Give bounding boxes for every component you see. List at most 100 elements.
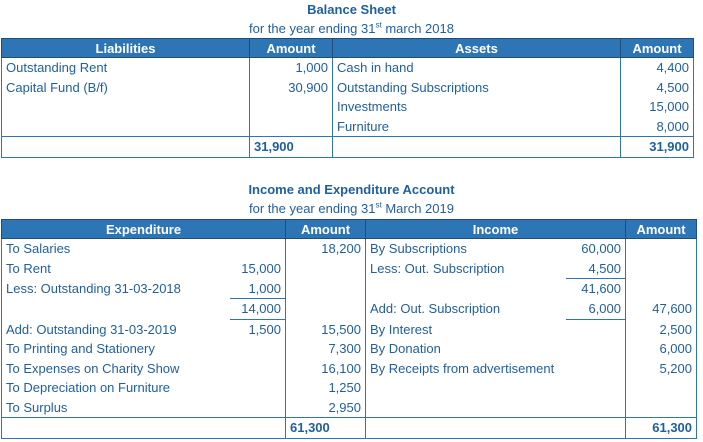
income-amount [625, 238, 698, 259]
expenditure-label: To Surplus [1, 397, 230, 418]
expenditure-amount: 2,950 [285, 397, 366, 418]
income-sub: 60,000 [581, 241, 622, 257]
balance-sheet-subtitle: for the year ending 31st march 2018 [249, 20, 454, 36]
income-label [365, 278, 566, 299]
income-label: By Subscriptions [365, 238, 566, 259]
asset-amount: 4,400 [620, 57, 694, 78]
income-sub [566, 398, 626, 418]
income-amount [625, 378, 698, 398]
table-row: To Rent 15,000 Less: Out. Subscription 4… [1, 258, 698, 279]
ie-account-subtitle: for the year ending 31st March 2019 [249, 200, 454, 216]
expenditure-label: To Printing and Stationery [1, 339, 230, 359]
liabilities-total: 31,900 [249, 136, 333, 158]
ie-account-table: Expenditure Amount Income Amount To Sala… [1, 219, 698, 439]
table-row: 14,000 Add: Out. Subscription 6,000 47,6… [1, 298, 698, 320]
table-row: To Surplus 2,950 [1, 397, 698, 418]
liability-label: Capital Fund (B/f) [1, 77, 250, 97]
assets-total: 31,900 [620, 136, 694, 158]
asset-amount: 8,000 [620, 116, 694, 137]
income-label [365, 397, 566, 418]
income-label [365, 378, 566, 398]
expenditure-amount [285, 258, 366, 279]
expenditure-label: Add: Outstanding 31-03-2019 [1, 319, 230, 339]
income-total: 61,300 [625, 417, 698, 439]
assets-header: Assets [332, 38, 621, 58]
income-label: By Interest [365, 319, 566, 339]
expenditure-amount: 7,300 [285, 339, 366, 359]
expenditure-amount: 15,500 [285, 319, 366, 339]
liability-amount: 1,000 [249, 57, 333, 78]
asset-label: Outstanding Subscriptions [332, 77, 621, 97]
ie-total-row: 61,300 61,300 [1, 417, 698, 439]
balance-sheet-total-row: 31,900 31,900 [1, 136, 694, 158]
expenditure-label: To Depreciation on Furniture [1, 378, 230, 398]
income-amount-header: Amount [625, 219, 698, 239]
table-row: To Printing and Stationery 7,300 By Dona… [1, 339, 698, 359]
expenditure-label: Less: Outstanding 31-03-2018 [1, 278, 230, 299]
expenditure-sub [230, 398, 286, 418]
income-amount [625, 278, 698, 299]
table-row: To Depreciation on Furniture 1,250 [1, 378, 698, 398]
table-row: Investments 15,000 [1, 97, 694, 117]
expenditure-label: To Expenses on Charity Show [1, 358, 230, 378]
expenditure-label: To Rent [1, 258, 230, 279]
income-header: Income [364, 219, 627, 239]
expenditure-total: 61,300 [285, 417, 366, 439]
income-amount: 5,200 [625, 358, 698, 378]
table-row: Furniture 8,000 [1, 116, 694, 137]
expenditure-label [1, 298, 230, 319]
income-sub: 41,600 [581, 281, 622, 297]
expenditure-sub: 1,500 [229, 318, 286, 339]
expenditure-sub: 14,000 [241, 301, 281, 317]
income-sub [566, 359, 626, 379]
balance-sheet-title: Balance Sheet [307, 2, 396, 17]
table-row: Add: Outstanding 31-03-2019 1,500 15,500… [1, 318, 698, 339]
income-amount: 2,500 [625, 319, 698, 339]
table-row: To Salaries 18,200 By Subscriptions 60,0… [1, 238, 698, 259]
expenditure-sub [230, 339, 286, 359]
income-sub [566, 339, 626, 359]
balance-sheet-table: Liabilities Amount Assets Amount Outstan… [1, 38, 694, 158]
expenditure-sub: 1,000 [229, 278, 286, 299]
expenditure-sub: 15,000 [241, 261, 281, 276]
expenditure-amount: 18,200 [285, 238, 366, 259]
income-label: By Donation [365, 339, 566, 359]
table-row: Outstanding Rent 1,000 Cash in hand 4,40… [1, 57, 694, 78]
income-sub [566, 319, 626, 339]
ie-header-row: Expenditure Amount Income Amount [1, 219, 698, 239]
expenditure-amount: 1,250 [285, 378, 366, 398]
income-sub: 4,500 [565, 258, 626, 279]
expenditure-amount: 16,100 [285, 358, 366, 378]
expenditure-amount-header: Amount [285, 219, 366, 239]
expenditure-sub [230, 378, 286, 398]
income-label: Add: Out. Subscription [365, 298, 566, 319]
asset-label: Cash in hand [332, 57, 621, 78]
income-amount: 6,000 [625, 339, 698, 359]
income-label: By Receipts from advertisement [365, 358, 566, 378]
income-amount [625, 397, 698, 418]
table-row: To Expenses on Charity Show 16,100 By Re… [1, 358, 698, 379]
asset-label: Furniture [332, 116, 621, 137]
income-label: Less: Out. Subscription [365, 258, 566, 279]
income-amount: 47,600 [625, 298, 698, 319]
expenditure-amount [285, 278, 366, 299]
income-sub [566, 378, 626, 398]
income-sub: 6,000 [565, 298, 626, 320]
expenditure-sub [230, 239, 286, 259]
asset-amount: 15,000 [620, 97, 694, 117]
expenditure-amount [285, 298, 366, 319]
liabilities-amount-header: Amount [249, 38, 333, 58]
table-row: Capital Fund (B/f) 30,900 Outstanding Su… [1, 77, 694, 97]
assets-amount-header: Amount [620, 38, 694, 58]
liability-label: Outstanding Rent [1, 57, 250, 78]
asset-amount: 4,500 [620, 77, 694, 97]
ie-account-title: Income and Expenditure Account [248, 182, 455, 197]
liability-amount: 30,900 [249, 77, 333, 97]
asset-label: Investments [332, 97, 621, 117]
expenditure-sub [230, 359, 286, 379]
table-row: Less: Outstanding 31-03-2018 1,000 41,60… [1, 278, 698, 299]
liabilities-header: Liabilities [1, 38, 250, 58]
balance-sheet-header-row: Liabilities Amount Assets Amount [1, 38, 694, 58]
income-amount [625, 258, 698, 279]
expenditure-header: Expenditure [1, 219, 286, 239]
